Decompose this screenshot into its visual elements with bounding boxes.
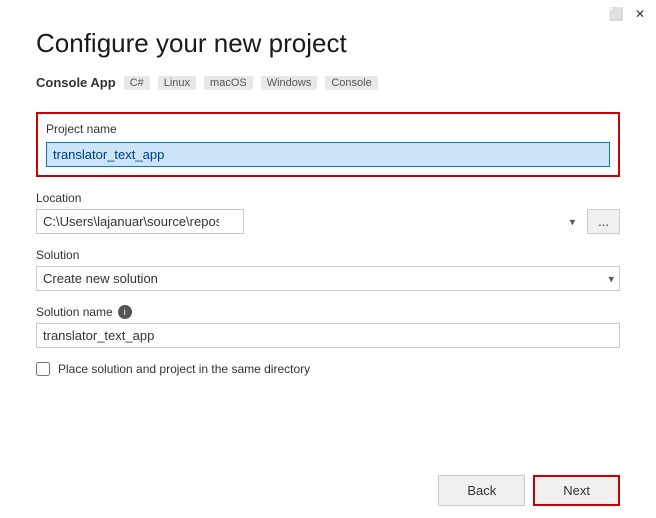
app-type-label: Console App (36, 75, 116, 90)
tag-console: Console (325, 76, 377, 90)
footer: Back Next (402, 463, 656, 518)
solution-section: Solution Create new solution Add to solu… (36, 248, 620, 291)
solution-select-wrapper: Create new solution Add to solution (36, 266, 620, 291)
solution-name-section: Solution name i (36, 305, 620, 348)
tag-windows: Windows (261, 76, 318, 90)
project-name-label: Project name (46, 122, 610, 136)
browse-button[interactable]: ... (587, 209, 620, 234)
main-content: Configure your new project Console App C… (0, 0, 656, 400)
solution-name-label-row: Solution name i (36, 305, 620, 319)
minimize-button[interactable]: ⬜ (608, 6, 624, 22)
same-directory-checkbox[interactable] (36, 362, 50, 376)
solution-label: Solution (36, 248, 620, 262)
solution-name-info-icon[interactable]: i (118, 305, 132, 319)
solution-select[interactable]: Create new solution Add to solution (36, 266, 620, 291)
location-row: ... (36, 209, 620, 234)
location-label: Location (36, 191, 620, 205)
close-button[interactable]: ✕ (632, 6, 648, 22)
location-section: Location ... (36, 191, 620, 234)
project-name-section: Project name (36, 112, 620, 177)
tag-macos: macOS (204, 76, 253, 90)
same-directory-label: Place solution and project in the same d… (58, 362, 310, 376)
same-directory-row: Place solution and project in the same d… (36, 362, 620, 376)
location-input[interactable] (36, 209, 244, 234)
configure-project-window: ⬜ ✕ Configure your new project Console A… (0, 0, 656, 518)
tag-csharp: C# (124, 76, 150, 90)
solution-name-input[interactable] (36, 323, 620, 348)
next-button[interactable]: Next (533, 475, 620, 506)
title-bar: ⬜ ✕ (600, 0, 656, 28)
solution-name-label: Solution name (36, 305, 113, 319)
back-button[interactable]: Back (438, 475, 525, 506)
location-select-wrapper (36, 209, 581, 234)
page-title: Configure your new project (36, 28, 620, 59)
tag-linux: Linux (158, 76, 196, 90)
project-name-input[interactable] (46, 142, 610, 167)
subtitle-row: Console App C# Linux macOS Windows Conso… (36, 75, 620, 90)
